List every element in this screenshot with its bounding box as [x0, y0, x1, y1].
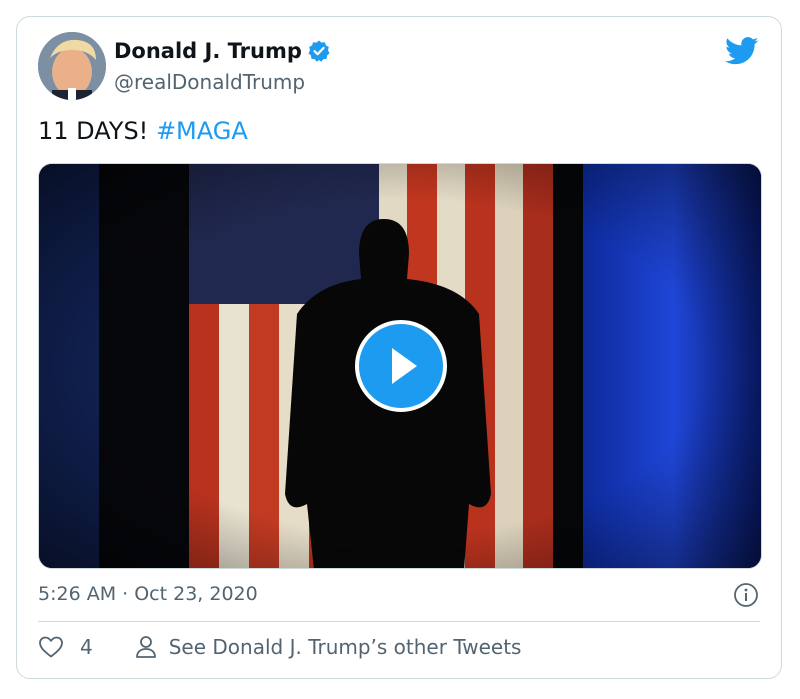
author-handle[interactable]: @realDonaldTrump — [114, 70, 305, 94]
see-other-tweets-label: See Donald J. Trump’s other Tweets — [168, 635, 522, 659]
play-icon — [392, 348, 417, 384]
author-avatar[interactable] — [38, 32, 106, 100]
info-icon[interactable] — [733, 582, 759, 608]
author-name-row[interactable]: Donald J. Trump — [114, 39, 331, 63]
avatar-image — [38, 32, 106, 100]
heart-icon — [39, 636, 63, 658]
see-other-tweets-link[interactable]: See Donald J. Trump’s other Tweets — [135, 635, 522, 659]
author-name[interactable]: Donald J. Trump — [114, 39, 302, 63]
tweet-actions: 4 See Donald J. Trump’s other Tweets — [38, 635, 521, 659]
tweet-body-text: 11 DAYS! — [38, 117, 156, 145]
hashtag-link[interactable]: #MAGA — [156, 117, 248, 145]
like-count: 4 — [80, 635, 93, 659]
tweet-card: Donald J. Trump @realDonaldTrump 11 DAYS… — [16, 16, 782, 679]
like-button[interactable]: 4 — [38, 635, 93, 659]
video-player[interactable] — [38, 163, 762, 569]
play-button[interactable] — [355, 320, 447, 412]
verified-badge-icon — [308, 40, 330, 62]
tweet-text: 11 DAYS! #MAGA — [38, 117, 248, 145]
twitter-bird-icon[interactable] — [725, 37, 759, 65]
tweet-timestamp[interactable]: 5:26 AM · Oct 23, 2020 — [38, 583, 258, 605]
person-icon — [135, 636, 156, 658]
divider — [38, 621, 760, 622]
